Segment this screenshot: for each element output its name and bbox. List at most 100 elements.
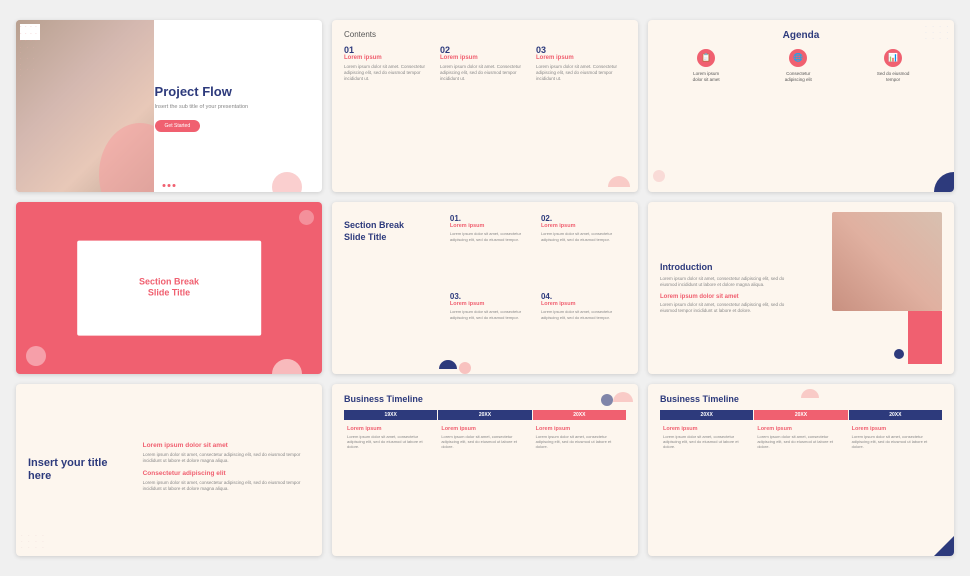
slide3-dots-deco: · · · ·· · · ·· · · · xyxy=(925,24,950,42)
slide2-col-2: 02 Lorem ipsum Lorem ipsum dolor sit ame… xyxy=(440,45,530,83)
slide4-white-rect: Section Break Slide Title xyxy=(77,241,261,336)
slide7-sec2-text: Lorem ipsum dolor sit amet, consectetur … xyxy=(143,480,310,493)
slide5-item4-text: Lorem ipsum dolor sit amet, consectetur … xyxy=(541,309,624,320)
slide8-col-2: Lorem ipsum Lorem ipsum dolor sit amet, … xyxy=(438,424,531,452)
slide3-icons-row: 📋 Lorem ipsumdolor sit amet 🌐 Consectetu… xyxy=(660,49,942,83)
slide5-item4-num: 04. xyxy=(541,292,624,301)
slide-4[interactable]: Section Break Slide Title xyxy=(16,202,322,374)
slide3-icon-3: 📊 Sed do eiusmodtempor xyxy=(877,49,910,83)
slide5-item2-num: 02. xyxy=(541,214,624,223)
slide9-content: Business Timeline 20XX 20XX 20XX Lorem i… xyxy=(648,384,954,556)
slide3-heading: Agenda xyxy=(660,30,942,41)
slide1-subtitle: Insert the sub title of your presentatio… xyxy=(155,104,314,112)
slide4-text: Section Break Slide Title xyxy=(139,276,199,299)
slide9-col2-title: Lorem ipsum xyxy=(757,426,844,432)
slide5-item4-title: Lorem ipsum xyxy=(541,301,624,307)
slide9-col2-text: Lorem ipsum dolor sit amet, consectetur … xyxy=(757,434,844,450)
slide-7[interactable]: · · · ·· · · ·· · · · Insert your titleh… xyxy=(16,384,322,556)
slide9-dark-triangle xyxy=(934,536,954,556)
slide-5[interactable]: Section BreakSlide Title 01. Lorem ipsum… xyxy=(332,202,638,374)
slide8-timeline-bar: 19XX 20XX 20XX xyxy=(344,410,626,420)
slide2-col3-title: Lorem ipsum xyxy=(536,55,626,61)
nav-dot-3 xyxy=(173,184,176,187)
slide5-item-4: 04. Lorem ipsum Lorem ipsum dolor sit am… xyxy=(539,290,626,364)
slide9-timeline-bar: 20XX 20XX 20XX xyxy=(660,410,942,420)
slide5-item2-text: Lorem ipsum dolor sit amet, consectetur … xyxy=(541,231,624,242)
slide1-dots-deco: · · · ·· · · ·· · · · xyxy=(20,24,40,40)
slide5-item3-text: Lorem ipsum dolor sit amet, consectetur … xyxy=(450,309,533,320)
slide3-icon3-circle: 📊 xyxy=(884,49,902,67)
slide8-dark-circle xyxy=(601,394,613,406)
slide1-nav-dots xyxy=(163,184,176,187)
slide6-intro-title: Introduction xyxy=(660,262,797,272)
slide4-title-part1: Section Break xyxy=(139,276,199,286)
slide7-main-title: Insert your titlehere xyxy=(28,457,131,483)
slide-grid: · · · ·· · · ·· · · · Project Flow Inser… xyxy=(16,20,954,556)
slide5-item2-title: Lorem ipsum xyxy=(541,223,624,229)
slide4-circle1 xyxy=(26,346,46,366)
slide2-content: Contents 01 Lorem ipsum Lorem ipsum dolo… xyxy=(332,20,638,93)
slide6-right xyxy=(805,212,942,364)
slide5-item-2: 02. Lorem ipsum Lorem ipsum dolor sit am… xyxy=(539,212,626,286)
slide2-heading: Contents xyxy=(344,30,626,39)
slide5-item1-title: Lorem ipsum xyxy=(450,223,533,229)
slide3-icon2-circle: 🌐 xyxy=(789,49,807,67)
slide9-col-1: Lorem ipsum Lorem ipsum dolor sit amet, … xyxy=(660,424,753,452)
slide2-col2-num: 02 xyxy=(440,45,530,55)
slide7-left: Insert your titlehere xyxy=(28,457,131,483)
slide3-content: Agenda 📋 Lorem ipsumdolor sit amet 🌐 Con… xyxy=(648,20,954,99)
slide2-col1-text: Lorem ipsum dolor sit amet. Consectetur … xyxy=(344,64,434,83)
slide5-right: 01. Lorem ipsum Lorem ipsum dolor sit am… xyxy=(448,212,626,364)
slide7-right: Lorem ipsum dolor sit amet Lorem ipsum d… xyxy=(143,442,310,499)
slide3-icon-1: 📋 Lorem ipsumdolor sit amet xyxy=(693,49,720,83)
slide5-section-title: Section BreakSlide Title xyxy=(344,220,440,243)
slide-9[interactable]: Business Timeline 20XX 20XX 20XX Lorem i… xyxy=(648,384,954,556)
slide6-photo xyxy=(832,212,942,311)
slide2-col2-title: Lorem ipsum xyxy=(440,55,530,61)
slide-8[interactable]: Business Timeline 19XX 20XX 20XX Lorem i… xyxy=(332,384,638,556)
slide1-content: Project Flow Insert the sub title of you… xyxy=(145,20,322,192)
slide6-photo-inner xyxy=(832,212,942,311)
slide5-content: Section BreakSlide Title 01. Lorem ipsum… xyxy=(332,202,638,374)
slide2-col-1: 01 Lorem ipsum Lorem ipsum dolor sit ame… xyxy=(344,45,434,83)
slide9-col3-title: Lorem ipsum xyxy=(852,426,939,432)
slide-6[interactable]: Introduction Lorem ipsum dolor sit amet,… xyxy=(648,202,954,374)
slide7-content: Insert your titlehere Lorem ipsum dolor … xyxy=(16,384,322,556)
slide2-col2-text: Lorem ipsum dolor sit amet. Consectetur … xyxy=(440,64,530,83)
slide5-left: Section BreakSlide Title xyxy=(344,212,440,364)
slide4-circle2 xyxy=(299,210,314,225)
slide8-content: Business Timeline 19XX 20XX 20XX Lorem i… xyxy=(332,384,638,556)
slide5-item1-num: 01. xyxy=(450,214,533,223)
slide1-photo xyxy=(16,20,154,192)
slide3-icon1-label: Lorem ipsumdolor sit amet xyxy=(693,71,720,83)
slide8-year-3: 20XX xyxy=(533,410,626,420)
slide7-sec1-title: Lorem ipsum dolor sit amet xyxy=(143,442,310,449)
slide1-button[interactable]: Get Started xyxy=(155,120,201,132)
nav-dot-2 xyxy=(168,184,171,187)
slide-2[interactable]: Contents 01 Lorem ipsum Lorem ipsum dolo… xyxy=(332,20,638,192)
slide6-left: Introduction Lorem ipsum dolor sit amet,… xyxy=(660,212,797,364)
slide3-dark-corner xyxy=(934,172,954,192)
slide-3[interactable]: · · · ·· · · ·· · · · Agenda 📋 Lorem ips… xyxy=(648,20,954,192)
slide4-semicircle xyxy=(272,359,302,374)
slide2-semicircle-deco xyxy=(608,176,630,187)
slide6-highlight-text: Lorem ipsum dolor sit amet, consectetur … xyxy=(660,302,797,315)
slide2-col1-title: Lorem ipsum xyxy=(344,55,434,61)
slide8-col3-title: Lorem ipsum xyxy=(536,426,623,432)
slide6-pink-bar xyxy=(908,311,942,364)
slide7-sec2-title: Consectetur adipiscing elit xyxy=(143,470,310,477)
slide9-col-3: Lorem ipsum Lorem ipsum dolor sit amet, … xyxy=(849,424,942,452)
slide5-item3-title: Lorem ipsum xyxy=(450,301,533,307)
slide9-year-3: 20XX xyxy=(849,410,942,420)
slide8-year-1: 19XX xyxy=(344,410,437,420)
slide9-col1-text: Lorem ipsum dolor sit amet, consectetur … xyxy=(663,434,750,450)
slide8-col-3: Lorem ipsum Lorem ipsum dolor sit amet, … xyxy=(533,424,626,452)
slide8-year-2: 20XX xyxy=(438,410,531,420)
slide7-sec1-text: Lorem ipsum dolor sit amet, consectetur … xyxy=(143,452,310,465)
slide-1[interactable]: · · · ·· · · ·· · · · Project Flow Inser… xyxy=(16,20,322,192)
slide6-content: Introduction Lorem ipsum dolor sit amet,… xyxy=(648,202,954,374)
slide7-dots-deco: · · · ·· · · ·· · · · xyxy=(21,533,46,551)
slide8-title: Business Timeline xyxy=(344,394,626,404)
slide9-year-2: 20XX xyxy=(754,410,847,420)
slide6-highlight-title: Lorem ipsum dolor sit amet xyxy=(660,294,797,300)
